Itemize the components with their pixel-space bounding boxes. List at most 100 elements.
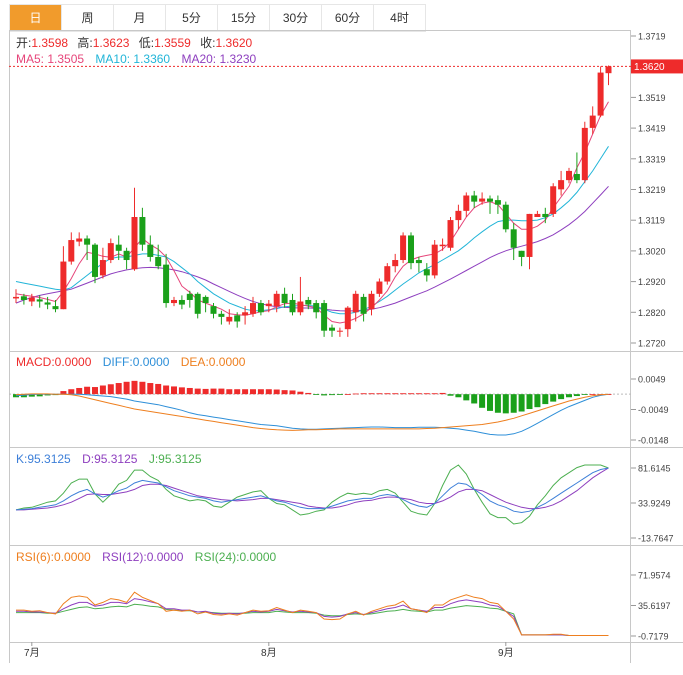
candle-body bbox=[392, 260, 399, 267]
candle-body bbox=[573, 173, 580, 181]
candle-body bbox=[566, 170, 572, 181]
macd-bar bbox=[186, 387, 193, 395]
open-label: 开: bbox=[16, 36, 31, 50]
macd-bar bbox=[218, 388, 225, 395]
candle-body bbox=[463, 195, 470, 211]
candle-body bbox=[60, 261, 67, 310]
macd-bar bbox=[178, 387, 185, 395]
macd-bar bbox=[115, 383, 122, 395]
candle-body bbox=[408, 235, 414, 264]
macd-bar bbox=[471, 394, 478, 404]
candle-body bbox=[178, 299, 185, 305]
candle-body bbox=[297, 301, 304, 313]
macd-bar bbox=[297, 391, 304, 395]
k-label: K: bbox=[16, 452, 27, 466]
macd-bar bbox=[566, 394, 572, 398]
macd-bar bbox=[210, 388, 217, 395]
candlesticks bbox=[13, 65, 612, 337]
candle-body bbox=[510, 229, 517, 248]
ma10-label: MA10: bbox=[95, 52, 133, 66]
price-tick-label: 1.2920 bbox=[638, 277, 666, 287]
rsi-lines bbox=[16, 591, 609, 636]
macd-bar bbox=[494, 394, 501, 413]
candle-body bbox=[321, 303, 328, 331]
macd-bar bbox=[400, 393, 407, 395]
macd-bar bbox=[147, 383, 154, 395]
candle-body bbox=[250, 303, 256, 314]
x-axis-labels: 7月 8月 9月 bbox=[24, 642, 514, 659]
k-value: 95.3125 bbox=[27, 452, 71, 466]
candle-body bbox=[455, 210, 462, 221]
candle-body bbox=[376, 281, 383, 294]
price-tick-label: 1.3119 bbox=[638, 216, 665, 226]
kdj-tick-label: -13.7647 bbox=[638, 534, 674, 544]
rsi24-label: RSI(24): bbox=[195, 550, 240, 564]
candle-body bbox=[289, 299, 296, 313]
macd-bar bbox=[352, 393, 359, 395]
candle-body bbox=[329, 327, 335, 331]
candle-body bbox=[44, 302, 51, 305]
ma5-line bbox=[15, 101, 609, 324]
macd-bar bbox=[439, 392, 446, 395]
candle-body bbox=[447, 220, 454, 248]
rsi-tick-label: -0.7179 bbox=[638, 632, 669, 642]
macd-bar bbox=[234, 389, 241, 395]
j-label: J: bbox=[149, 452, 158, 466]
ma20-line bbox=[15, 185, 609, 312]
macd-bar bbox=[558, 394, 565, 400]
macd-bar bbox=[171, 386, 177, 395]
candle-body bbox=[534, 213, 541, 218]
macd-bar bbox=[76, 387, 83, 395]
macd-tick-label: -0.0049 bbox=[638, 405, 669, 415]
y-axis-labels: 1.37191.36191.35191.34191.33191.32191.31… bbox=[638, 32, 674, 642]
candle-body bbox=[139, 217, 146, 245]
x-tick-label: 8月 bbox=[261, 647, 277, 659]
candle-body bbox=[360, 296, 367, 314]
macd-label: MACD: bbox=[16, 355, 55, 369]
macd-bar bbox=[344, 394, 351, 395]
candle-body bbox=[28, 297, 35, 302]
candle-body bbox=[115, 244, 122, 251]
d-line bbox=[16, 467, 609, 511]
macd-legend: MACD:0.0000 DIFF:0.0000 DEA:0.0000 bbox=[16, 355, 246, 369]
candle-body bbox=[597, 72, 604, 116]
macd-bar bbox=[242, 389, 249, 395]
candle-body bbox=[36, 299, 43, 302]
macd-bar bbox=[273, 389, 280, 395]
candle-body bbox=[163, 264, 170, 304]
macd-bar bbox=[202, 388, 209, 395]
candle-body bbox=[226, 316, 233, 322]
macd-bar bbox=[392, 393, 399, 395]
dif-value: 0.0000 bbox=[133, 355, 170, 369]
macd-bar bbox=[384, 393, 391, 395]
rsi24-value: 0.0000 bbox=[239, 550, 276, 564]
macd-bar bbox=[92, 387, 98, 395]
candle-body bbox=[581, 127, 588, 181]
macd-bar bbox=[534, 394, 541, 408]
ohlc-legend: 开:1.3598 高:1.3623 低:1.3559 收:1.3620 bbox=[16, 35, 253, 50]
candle-body bbox=[20, 296, 27, 300]
macd-bar bbox=[463, 394, 470, 401]
candle-body bbox=[384, 266, 391, 282]
macd-bar bbox=[423, 393, 430, 395]
macd-bar bbox=[107, 384, 114, 395]
macd-bar bbox=[321, 394, 328, 396]
chart-frames bbox=[9, 30, 683, 663]
candle-body bbox=[518, 250, 525, 257]
close-value: 1.3620 bbox=[216, 36, 253, 50]
candle-body bbox=[471, 195, 478, 202]
macd-bar bbox=[163, 385, 170, 395]
candle-body bbox=[76, 238, 83, 242]
candle-body bbox=[368, 293, 375, 310]
macd-bar bbox=[550, 394, 557, 402]
price-tick-label: 1.3219 bbox=[638, 185, 666, 195]
candle-body bbox=[210, 306, 217, 314]
candle-body bbox=[242, 312, 249, 316]
ma-legend: MA5: 1.3505 MA10: 1.3360 MA20: 1.3230 bbox=[16, 52, 256, 66]
candle-body bbox=[431, 244, 438, 276]
candle-body bbox=[273, 293, 280, 307]
candle-body bbox=[558, 180, 565, 190]
candle-body bbox=[336, 330, 343, 332]
macd-bar bbox=[408, 393, 414, 395]
candle-body bbox=[439, 244, 446, 247]
